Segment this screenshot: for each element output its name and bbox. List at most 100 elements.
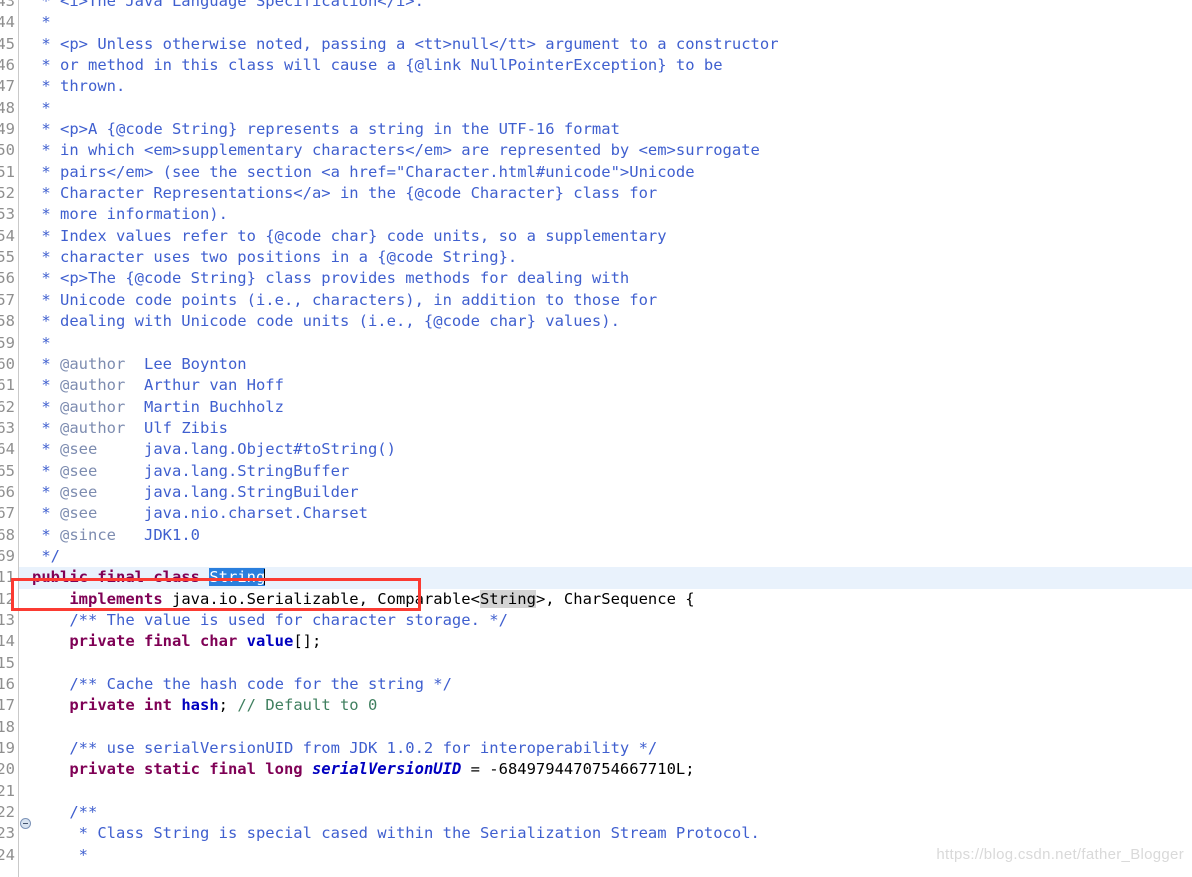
code-line[interactable]: * @see java.lang.StringBuffer: [19, 461, 1192, 482]
line-number: 58: [0, 312, 15, 331]
javadoc-tag-token: @author: [60, 354, 126, 373]
keyword-token: private int: [69, 696, 172, 715]
code-line[interactable]: * @see java.lang.StringBuilder: [19, 482, 1192, 503]
comment-token: *: [32, 13, 51, 32]
code-line[interactable]: private int hash; // Default to 0: [19, 695, 1192, 716]
comment-token: *: [32, 440, 60, 459]
code-line[interactable]: public final class String: [19, 567, 1192, 588]
code-line[interactable]: * pairs</em> (see the section <a href="C…: [19, 162, 1192, 183]
line-number: 67: [0, 504, 15, 523]
comment-token: *: [32, 354, 60, 373]
code-line[interactable]: * @see java.lang.Object#toString(): [19, 439, 1192, 460]
code-line[interactable]: [19, 781, 1192, 802]
plain-token: ;: [218, 696, 238, 715]
code-line[interactable]: * @author Arthur van Hoff: [19, 375, 1192, 396]
code-line[interactable]: * Unicode code points (i.e., characters)…: [19, 290, 1192, 311]
code-line[interactable]: * @since JDK1.0: [19, 525, 1192, 546]
javadoc-tag-token: @see: [60, 440, 98, 459]
line-number-gutter[interactable]: 43 44 45 46 47 48 49 50 51 52 53 54 55 56 57 58 59 60 61 62…: [0, 0, 19, 877]
javadoc-tag-token: @see: [60, 482, 98, 501]
comment-token: * <i>The Java Language Specification</i>…: [32, 0, 424, 10]
line-number: 55: [0, 248, 15, 267]
keyword-token: private static final long: [69, 760, 303, 779]
code-line[interactable]: implements java.io.Serializable, Compara…: [19, 589, 1192, 610]
plain-token: = -6849794470754667710L;: [461, 760, 695, 779]
code-content[interactable]: * <i>The Java Language Specification</i>…: [19, 0, 1192, 866]
line-number: 121: [0, 781, 15, 800]
comment-token: *: [32, 98, 51, 117]
code-line[interactable]: *: [19, 98, 1192, 119]
javadoc-tag-token: @author: [60, 418, 126, 437]
line-number: 54: [0, 226, 15, 245]
code-line[interactable]: * character uses two positions in a {@co…: [19, 247, 1192, 268]
code-line[interactable]: /** use serialVersionUID from JDK 1.0.2 …: [19, 738, 1192, 759]
line-number: 65: [0, 461, 15, 480]
line-number: 115: [0, 653, 15, 672]
code-line[interactable]: * or method in this class will cause a {…: [19, 55, 1192, 76]
code-line[interactable]: *: [19, 333, 1192, 354]
line-numbers: 43 44 45 46 47 48 49 50 51 52 53 54 55 56 57 58 59 60 61 62…: [0, 0, 18, 866]
comment-token: Ulf Zibis: [125, 418, 228, 437]
code-line[interactable]: * <p> Unless otherwise noted, passing a …: [19, 34, 1192, 55]
line-number: 53: [0, 205, 15, 224]
comment-token: * <p>The {@code String} class provides m…: [32, 269, 630, 288]
line-number: 66: [0, 482, 15, 501]
javadoc-tag-token: @since: [60, 525, 116, 544]
line-number: 69: [0, 546, 15, 565]
line-number: 63: [0, 418, 15, 437]
line-number: 61: [0, 376, 15, 395]
line-number: 46: [0, 56, 15, 75]
comment-token: */: [32, 546, 60, 565]
code-line[interactable]: * dealing with Unicode code units (i.e.,…: [19, 311, 1192, 332]
code-line[interactable]: /**: [19, 802, 1192, 823]
field-token: value: [246, 632, 294, 651]
line-number: 44: [0, 13, 15, 32]
code-line[interactable]: * @author Martin Buchholz: [19, 397, 1192, 418]
comment-token: /** use serialVersionUID from JDK 1.0.2 …: [69, 739, 658, 758]
plain-token: [];: [293, 632, 322, 651]
code-line[interactable]: * <i>The Java Language Specification</i>…: [19, 0, 1192, 12]
code-line[interactable]: * thrown.: [19, 76, 1192, 97]
code-line[interactable]: private final char value[];: [19, 631, 1192, 652]
plain-token: java.io.Serializable, Comparable<: [162, 589, 480, 608]
text-caret: [264, 569, 266, 586]
line-number: 48: [0, 98, 15, 117]
code-line[interactable]: * Index values refer to {@code char} cod…: [19, 226, 1192, 247]
code-line[interactable]: * more information).: [19, 204, 1192, 225]
code-line[interactable]: * @see java.nio.charset.Charset: [19, 503, 1192, 524]
code-line[interactable]: */: [19, 546, 1192, 567]
code-line[interactable]: * @author Lee Boynton: [19, 354, 1192, 375]
code-line[interactable]: * <p>A {@code String} represents a strin…: [19, 119, 1192, 140]
code-line[interactable]: * Character Representations</a> in the {…: [19, 183, 1192, 204]
code-line[interactable]: * Class String is special cased within t…: [19, 823, 1192, 844]
code-line[interactable]: /** The value is used for character stor…: [19, 610, 1192, 631]
line-number: 119: [0, 739, 15, 758]
code-line[interactable]: * @author Ulf Zibis: [19, 418, 1192, 439]
selected-text: String: [209, 568, 266, 587]
code-line[interactable]: [19, 717, 1192, 738]
code-line[interactable]: /** Cache the hash code for the string *…: [19, 674, 1192, 695]
code-line[interactable]: [19, 653, 1192, 674]
comment-token: * in which <em>supplementary characters<…: [32, 141, 760, 160]
line-number: 43: [0, 0, 15, 10]
comment-token: Arthur van Hoff: [125, 376, 284, 395]
comment-token: *: [32, 482, 60, 501]
comment-token: *: [32, 397, 60, 416]
code-line[interactable]: private static final long serialVersionU…: [19, 759, 1192, 780]
code-line[interactable]: *: [19, 12, 1192, 33]
code-line[interactable]: * <p>The {@code String} class provides m…: [19, 268, 1192, 289]
code-line[interactable]: * in which <em>supplementary characters<…: [19, 140, 1192, 161]
code-editor[interactable]: 43 44 45 46 47 48 49 50 51 52 53 54 55 56 57 58 59 60 61 62…: [0, 0, 1192, 877]
comment-token: java.lang.StringBuffer: [97, 461, 350, 480]
line-number: 59: [0, 333, 15, 352]
